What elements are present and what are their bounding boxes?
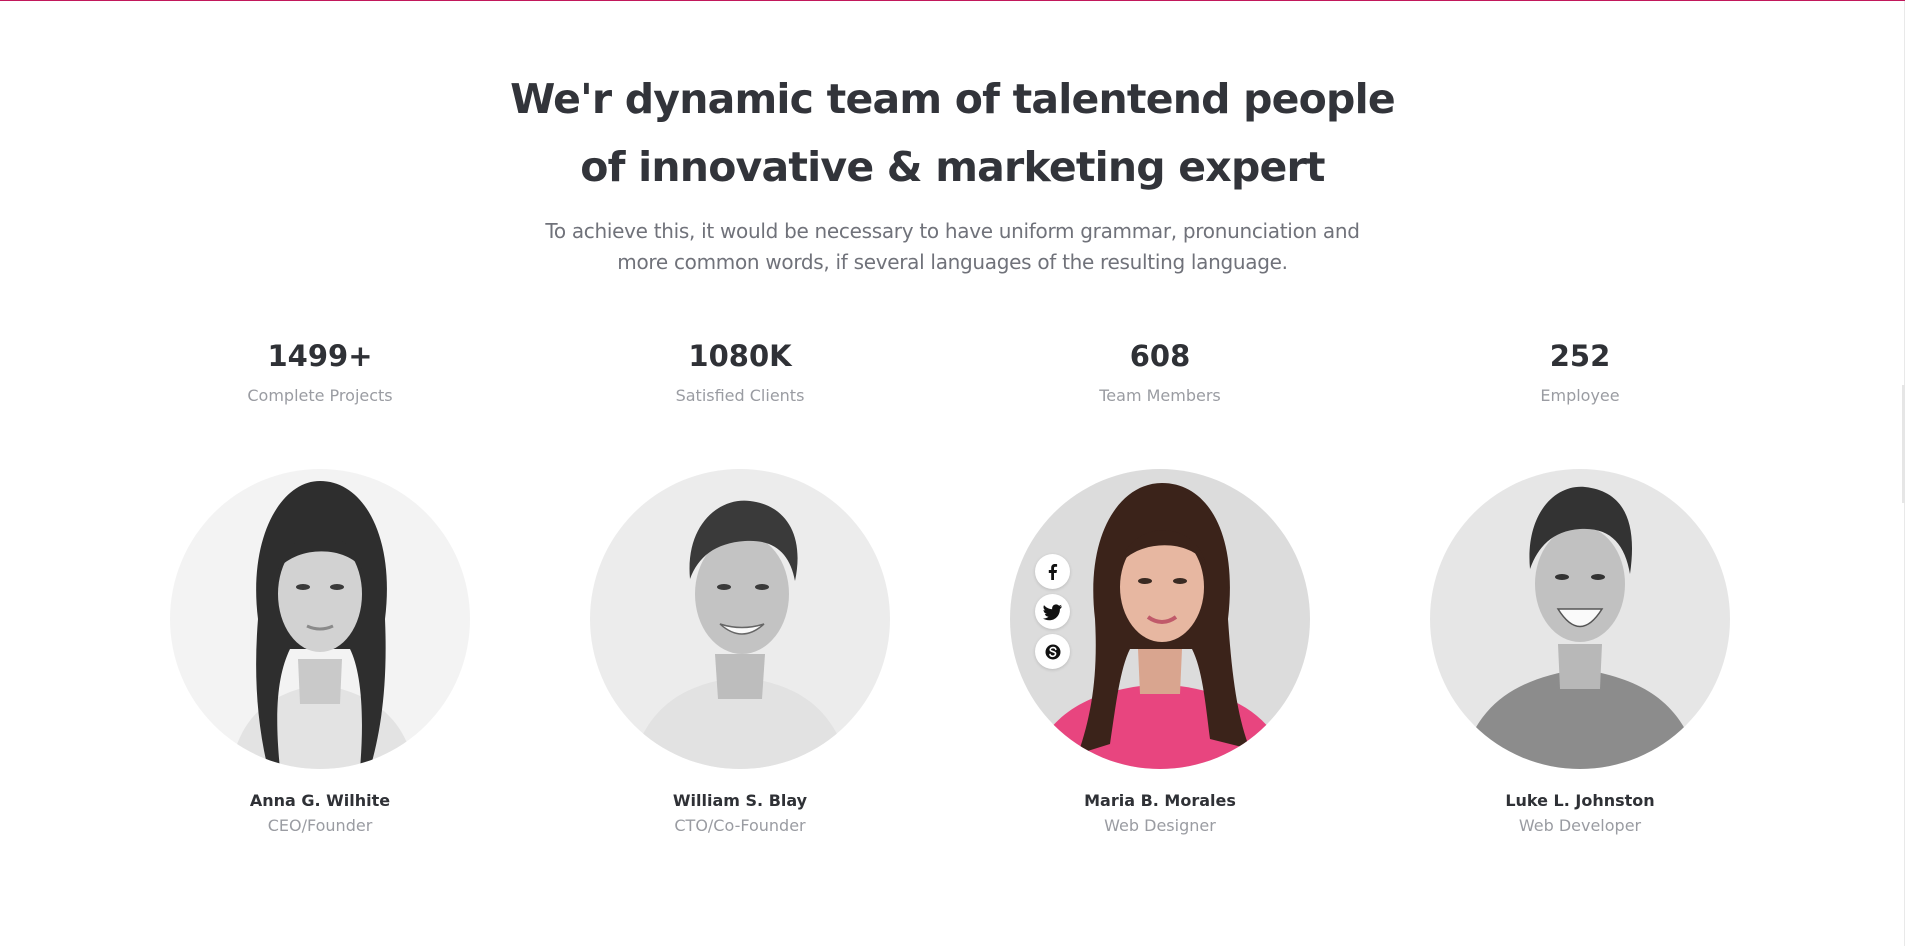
member-name-william: William S. Blay — [672, 791, 808, 810]
member-role-luke: Web Developer — [1518, 816, 1642, 835]
subtitle-line-2: more common words, if several languages … — [617, 250, 1288, 274]
stat-value-projects: 1499+ — [267, 339, 373, 373]
skype-icon[interactable] — [1035, 634, 1070, 669]
team-photo-luke[interactable] — [1430, 469, 1730, 769]
stat-label-employee: Employee — [1540, 386, 1620, 405]
member-role-william: CTO/Co-Founder — [674, 816, 806, 835]
section-subtitle: To achieve this, it would be necessary t… — [0, 216, 1905, 278]
member-role-maria: Web Designer — [1104, 816, 1216, 835]
member-role-anna: CEO/Founder — [267, 816, 373, 835]
facebook-icon[interactable] — [1035, 554, 1070, 589]
stat-value-employee: 252 — [1549, 339, 1611, 373]
stat-value-clients: 1080K — [688, 339, 792, 373]
stat-label-clients: Satisfied Clients — [675, 386, 805, 405]
member-name-luke: Luke L. Johnston — [1505, 791, 1655, 810]
stat-label-team-members: Team Members — [1099, 386, 1221, 405]
stat-value-team-members: 608 — [1129, 339, 1191, 373]
section-heading: We'r dynamic team of talentend people of… — [0, 65, 1905, 201]
member-name-anna: Anna G. Wilhite — [249, 791, 391, 810]
team-photo-anna[interactable] — [170, 469, 470, 769]
team-photo-william[interactable] — [590, 469, 890, 769]
team-section: We'r dynamic team of talentend people of… — [0, 0, 1905, 946]
heading-line-1: We'r dynamic team of talentend people — [510, 75, 1396, 123]
twitter-icon[interactable] — [1035, 594, 1070, 629]
member-name-maria: Maria B. Morales — [1084, 791, 1236, 810]
subtitle-line-1: To achieve this, it would be necessary t… — [545, 219, 1360, 243]
stat-label-projects: Complete Projects — [247, 386, 393, 405]
heading-line-2: of innovative & marketing expert — [580, 143, 1325, 191]
